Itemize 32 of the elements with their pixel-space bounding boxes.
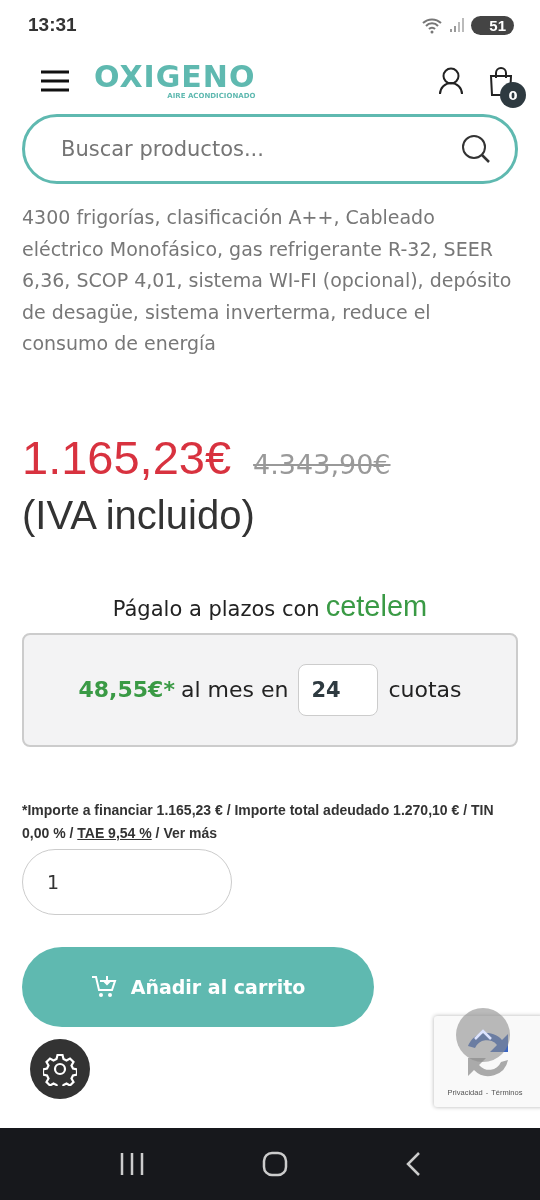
financing-text: cuotas (388, 677, 462, 702)
chevron-up-icon (473, 1029, 493, 1041)
battery-indicator: 51 (471, 15, 514, 35)
search-field[interactable]: Buscar productos... (59, 136, 461, 162)
sale-price: 1.165,23€ (22, 429, 232, 485)
scroll-to-top-button[interactable] (456, 1008, 510, 1062)
search-bar[interactable]: Buscar productos... (22, 114, 518, 184)
wifi-icon (421, 16, 444, 34)
tax-note: (IVA incluido) (22, 492, 256, 538)
more-link[interactable]: Ver más (163, 824, 218, 841)
original-price: 4.343,90€ (253, 448, 391, 480)
status-time: 13:31 (28, 14, 77, 36)
cart-count-badge: 0 (500, 82, 526, 108)
search-icon[interactable] (461, 134, 491, 164)
settings-icon (43, 1052, 77, 1086)
financing-brand-logo: cetelem (325, 589, 428, 623)
settings-button[interactable] (30, 1039, 90, 1099)
quantity-field[interactable]: 1 (22, 848, 232, 915)
installments-field[interactable]: 24 (298, 663, 379, 716)
user-icon[interactable] (438, 67, 464, 95)
financing-title: Págalo a plazos con (112, 596, 320, 621)
back-icon[interactable] (405, 1151, 422, 1177)
tae-link[interactable]: TAE 9,54 % (77, 824, 152, 841)
financing-text: al mes en (180, 677, 289, 702)
home-icon[interactable] (262, 1151, 288, 1177)
financing-disclaimer: *Importe a financiar 1.165,23 € / Importe total adeudado 1.270,10 € / TIN 0,00 % / TAE 9,54 % / Ver más (22, 800, 495, 843)
product-description: 4300 frigorías, clasificación A++, Cableado eléctrico Monofásico, gas refrigerante R-32, SEER 6,36, SCOP 4,01, sistema WI-FI (opcional), depósito de desagüe, sistema inverterma, reduce el consumo de energía (22, 205, 513, 356)
signal-icon (449, 17, 466, 33)
menu-icon[interactable] (40, 70, 70, 92)
monthly-amount: 48,55€* (78, 677, 175, 702)
cart-icon (90, 974, 117, 999)
recent-apps-icon[interactable] (118, 1152, 145, 1176)
